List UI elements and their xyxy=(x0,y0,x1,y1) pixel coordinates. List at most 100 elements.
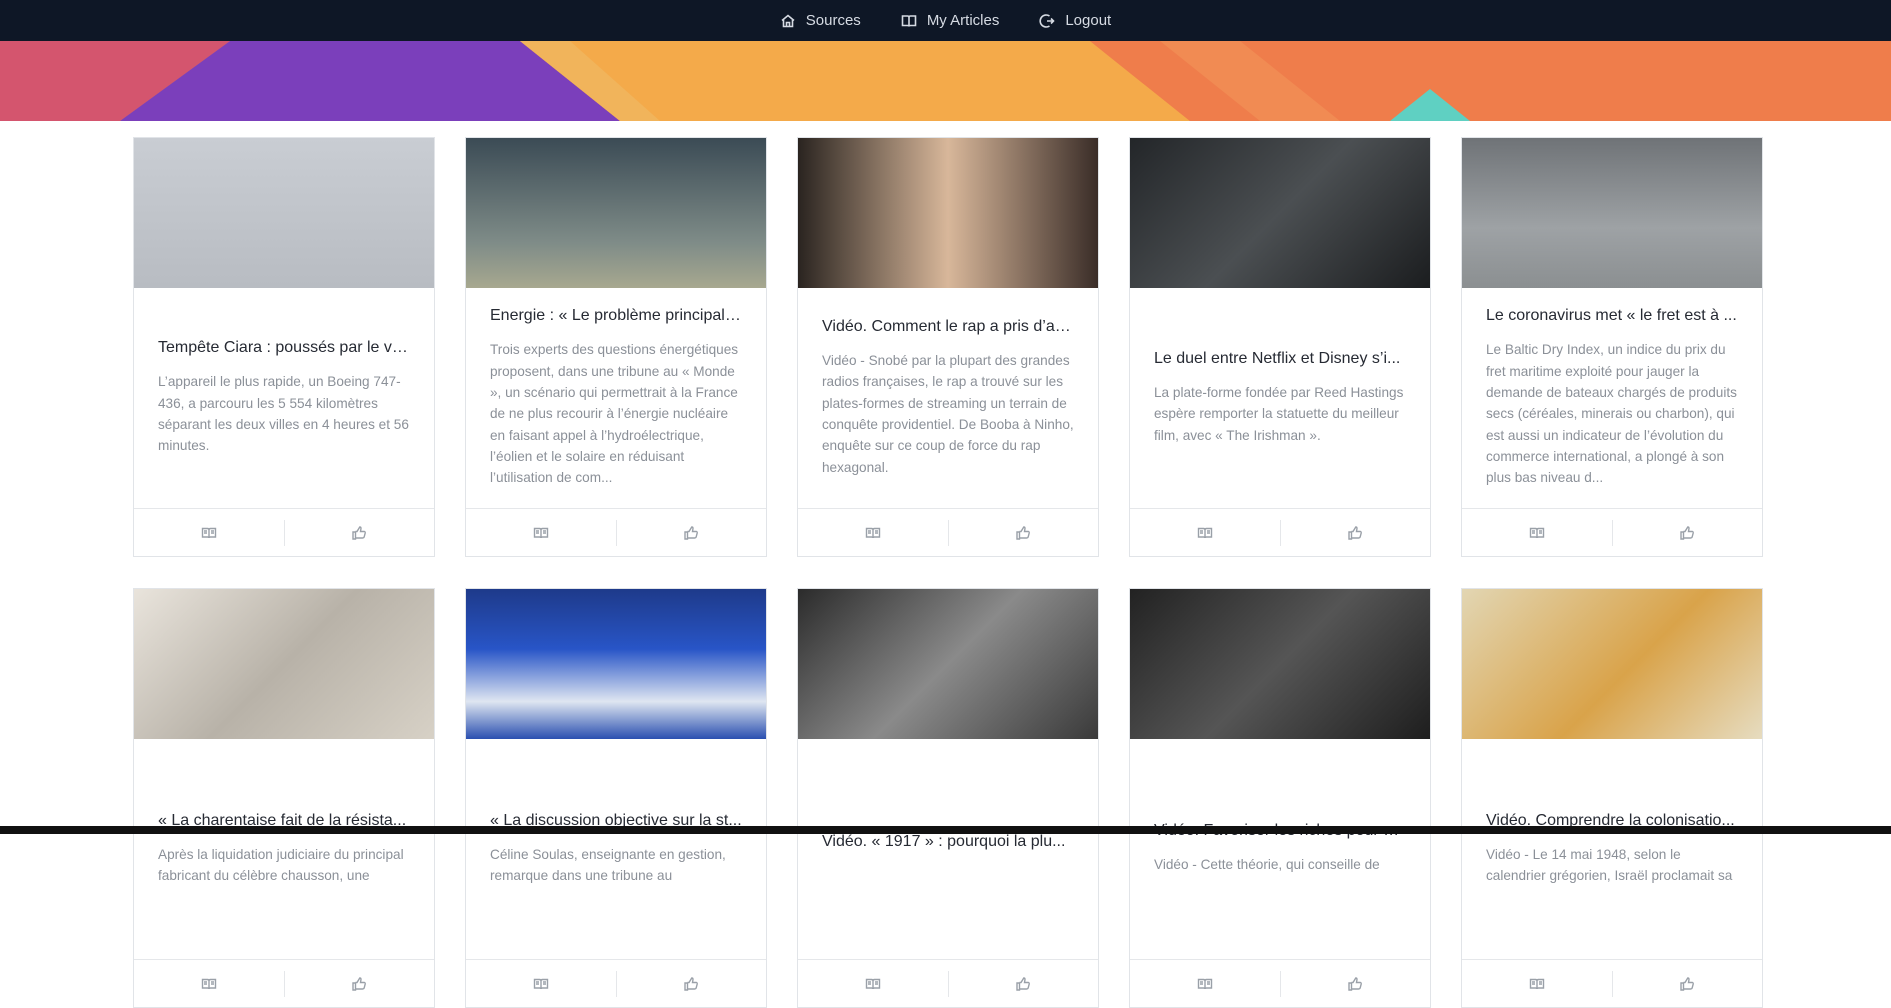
article-body: Le duel entre Netflix et Disney s’i... La… xyxy=(1130,288,1430,508)
article-summary: Vidéo - Cette théorie, qui conseille de xyxy=(1154,857,1380,873)
article-card[interactable]: Energie : « Le problème principal ... Tro… xyxy=(465,137,767,557)
nav-logout-label: Logout xyxy=(1065,12,1112,29)
read-article-button[interactable] xyxy=(1462,971,1612,997)
thumbs-up-icon xyxy=(684,525,699,540)
book-icon xyxy=(901,14,917,27)
article-actions xyxy=(798,508,1098,556)
article-summary: Trois experts des questions énergétiques… xyxy=(490,342,739,486)
article-actions xyxy=(134,508,434,556)
top-navbar: Sources My Articles Logout xyxy=(0,0,1891,41)
read-article-button[interactable] xyxy=(466,971,616,997)
nav-logout[interactable]: Logout xyxy=(1039,12,1111,29)
like-article-button[interactable] xyxy=(283,519,435,546)
thumbs-up-icon xyxy=(1348,976,1363,991)
thumbs-up-icon xyxy=(352,976,367,991)
read-article-button[interactable] xyxy=(798,971,948,997)
article-title[interactable]: Vidéo. Comment le rap a pris d’as... xyxy=(822,318,1074,336)
article-title[interactable]: Le coronavirus met « le fret est à ... xyxy=(1486,307,1738,325)
book-icon xyxy=(533,527,548,538)
article-body: Le coronavirus met « le fret est à ... Le… xyxy=(1462,288,1762,508)
article-card[interactable]: Le coronavirus met « le fret est à ... Le… xyxy=(1461,137,1763,557)
article-title[interactable]: Le duel entre Netflix et Disney s’i... xyxy=(1154,350,1406,368)
book-icon xyxy=(533,978,548,989)
nav-my-articles[interactable]: My Articles xyxy=(901,12,1000,29)
thumbs-up-icon xyxy=(684,976,699,991)
article-thumbnail[interactable] xyxy=(466,138,766,288)
article-summary: Vidéo - Snobé par la plupart des grandes… xyxy=(822,353,1074,475)
article-body: Vidéo. Comprendre la colonisatio... Vidéo… xyxy=(1462,739,1762,959)
book-icon xyxy=(1197,978,1212,989)
article-body: « La discussion objective sur la st... Cé… xyxy=(466,739,766,959)
like-article-button[interactable] xyxy=(615,519,767,546)
article-actions xyxy=(1130,508,1430,556)
thumbs-up-icon xyxy=(1680,976,1695,991)
read-article-button[interactable] xyxy=(466,520,616,546)
read-article-button[interactable] xyxy=(134,520,284,546)
article-summary: Vidéo - Le 14 mai 1948, selon le calendr… xyxy=(1486,846,1733,883)
read-article-button[interactable] xyxy=(798,520,948,546)
article-thumbnail[interactable] xyxy=(1462,138,1762,288)
thumbs-up-icon xyxy=(1680,525,1695,540)
article-actions xyxy=(1462,959,1762,1007)
article-thumbnail[interactable] xyxy=(134,589,434,739)
like-article-button[interactable] xyxy=(947,970,1099,997)
like-article-button[interactable] xyxy=(1279,970,1431,997)
read-article-button[interactable] xyxy=(1462,520,1612,546)
read-article-button[interactable] xyxy=(1130,520,1280,546)
nav-sources-label: Sources xyxy=(805,12,861,29)
article-card[interactable]: Vidéo. « 1917 » : pourquoi la plu... xyxy=(797,588,1099,1008)
like-article-button[interactable] xyxy=(615,970,767,997)
book-icon xyxy=(1529,978,1544,989)
nav-sources[interactable]: Sources xyxy=(780,12,861,29)
like-article-button[interactable] xyxy=(1279,519,1431,546)
article-body: Tempête Ciara : poussés par le ve... L’ap… xyxy=(134,288,434,508)
logout-icon xyxy=(1039,13,1055,28)
like-article-button[interactable] xyxy=(283,970,435,997)
article-card[interactable]: Le duel entre Netflix et Disney s’i... La… xyxy=(1129,137,1431,557)
nav-my-articles-label: My Articles xyxy=(926,12,1000,29)
article-actions xyxy=(1462,508,1762,556)
article-title[interactable]: Vidéo. « 1917 » : pourquoi la plu... xyxy=(822,833,1074,851)
home-icon xyxy=(781,13,795,27)
article-card[interactable]: Vidéo. Comprendre la colonisatio... Vidéo… xyxy=(1461,588,1763,1008)
article-thumbnail[interactable] xyxy=(134,138,434,288)
thumbs-up-icon xyxy=(1348,525,1363,540)
book-icon xyxy=(201,978,216,989)
article-summary: Après la liquidation judiciaire du princ… xyxy=(158,846,404,883)
article-card[interactable]: Vidéo. Favoriser les riches pour ai...Vi… xyxy=(1129,588,1431,1008)
article-actions xyxy=(134,959,434,1007)
book-icon xyxy=(865,978,880,989)
article-body: Vidéo. Comment le rap a pris d’as... Vidé… xyxy=(798,288,1098,508)
article-thumbnail[interactable] xyxy=(1130,138,1430,288)
article-thumbnail[interactable] xyxy=(1462,589,1762,739)
read-article-button[interactable] xyxy=(1130,971,1280,997)
article-thumbnail[interactable] xyxy=(1130,589,1430,739)
header-banner xyxy=(0,41,1891,121)
article-card[interactable]: Tempête Ciara : poussés par le ve... L’ap… xyxy=(133,137,435,557)
article-summary: Céline Soulas, enseignante en gestion, r… xyxy=(490,846,726,883)
article-actions xyxy=(466,959,766,1007)
article-thumbnail[interactable] xyxy=(798,138,1098,288)
bottom-edge xyxy=(0,826,1891,834)
article-card[interactable]: « La charentaise fait de la résista... Ap… xyxy=(133,588,435,1008)
like-article-button[interactable] xyxy=(947,519,1099,546)
article-actions xyxy=(798,959,1098,1007)
article-body: « La charentaise fait de la résista... Ap… xyxy=(134,739,434,959)
article-summary: Le Baltic Dry Index, un indice du prix d… xyxy=(1486,342,1737,486)
article-actions xyxy=(466,508,766,556)
article-body: Energie : « Le problème principal ... Tro… xyxy=(466,288,766,508)
article-title[interactable]: Tempête Ciara : poussés par le ve... xyxy=(158,339,410,357)
article-card[interactable]: « La discussion objective sur la st... Cé… xyxy=(465,588,767,1008)
banner-graphic xyxy=(0,41,1891,121)
thumbs-up-icon xyxy=(1016,525,1031,540)
article-body: Vidéo. Favoriser les riches pour ai...Vi… xyxy=(1130,739,1430,959)
article-thumbnail[interactable] xyxy=(466,589,766,739)
article-summary: L’appareil le plus rapide, un Boeing 747… xyxy=(158,374,409,454)
article-title[interactable]: Energie : « Le problème principal ... xyxy=(490,307,742,325)
like-article-button[interactable] xyxy=(1611,970,1763,997)
like-article-button[interactable] xyxy=(1611,519,1763,546)
read-article-button[interactable] xyxy=(134,971,284,997)
thumbs-up-icon xyxy=(1016,976,1031,991)
article-card[interactable]: Vidéo. Comment le rap a pris d’as... Vidé… xyxy=(797,137,1099,557)
article-thumbnail[interactable] xyxy=(798,589,1098,739)
